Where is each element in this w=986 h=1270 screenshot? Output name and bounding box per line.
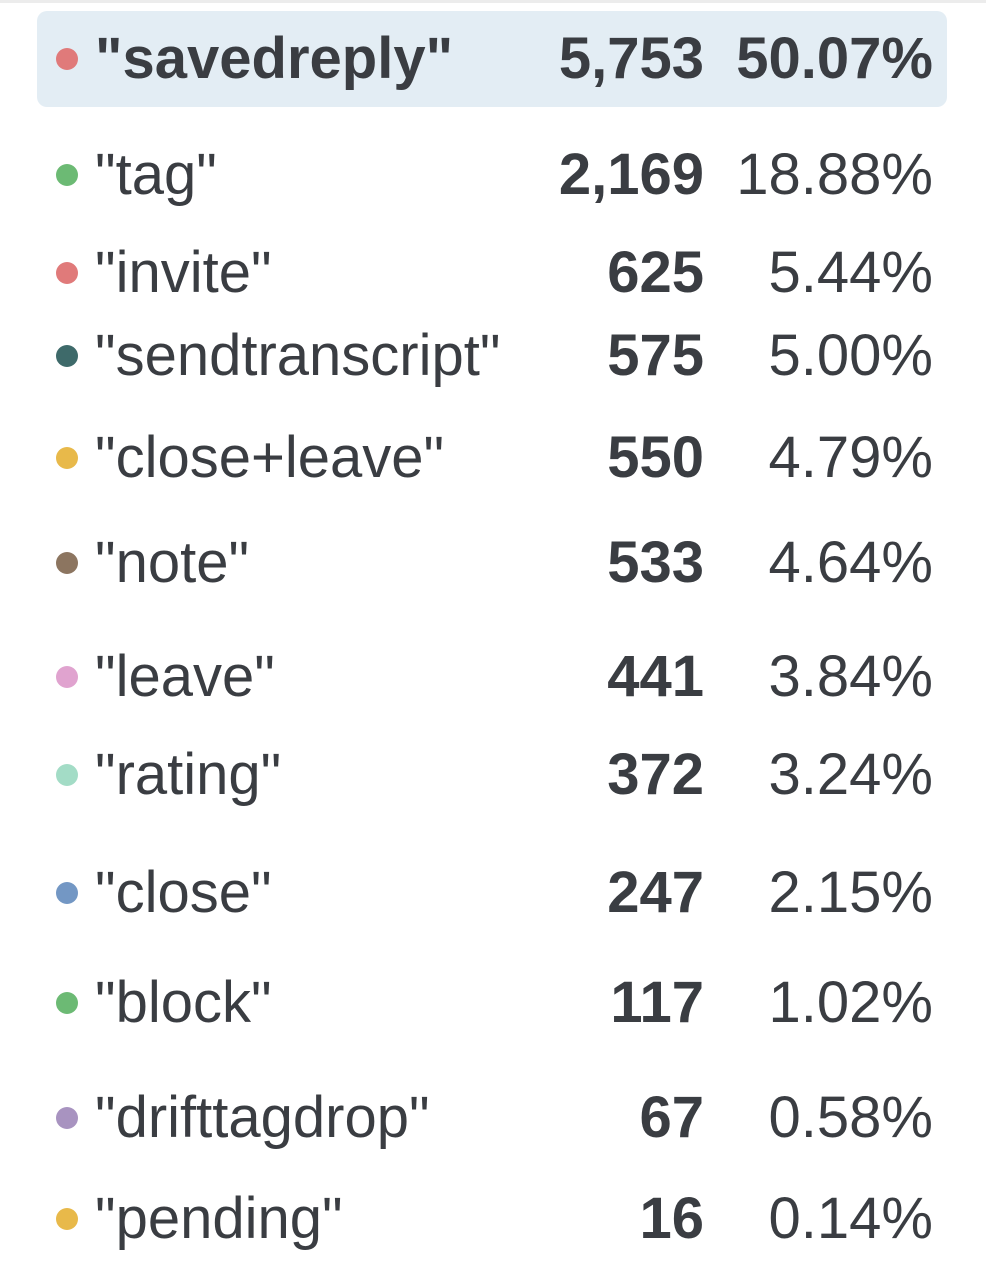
legend-item-count: 67 (639, 1085, 704, 1150)
legend-item-percent: 2.15% (768, 860, 933, 925)
legend-item-count: 625 (607, 240, 704, 305)
legend-item-percent: 4.79% (768, 425, 933, 490)
legend-item-sendtranscript[interactable]: "sendtranscript" 575 5.00% (37, 308, 947, 404)
legend-item-invite[interactable]: "invite" 625 5.44% (37, 225, 947, 321)
legend-item-count: 247 (607, 860, 704, 925)
legend-item-pending[interactable]: "pending" 16 0.14% (37, 1171, 947, 1267)
legend-color-dot-icon (56, 164, 78, 186)
legend-item-count: 575 (607, 323, 704, 388)
legend-item-label: "sendtranscript" (95, 323, 501, 388)
legend-item-count: 550 (607, 425, 704, 490)
legend-item-percent: 1.02% (768, 970, 933, 1035)
legend-item-block[interactable]: "block" 117 1.02% (37, 955, 947, 1051)
legend-color-dot-icon (56, 882, 78, 904)
legend-item-note[interactable]: "note" 533 4.64% (37, 515, 947, 611)
legend-item-tag[interactable]: "tag" 2,169 18.88% (37, 127, 947, 223)
legend-item-percent: 4.64% (768, 530, 933, 595)
legend-color-dot-icon (56, 48, 78, 70)
legend-item-label: "savedreply" (95, 26, 454, 91)
legend-item-label: "rating" (95, 742, 282, 807)
legend-item-label: "block" (95, 970, 272, 1035)
legend-item-percent: 3.84% (768, 644, 933, 709)
legend-item-savedreply[interactable]: "savedreply" 5,753 50.07% (37, 11, 947, 107)
legend-item-count: 16 (639, 1186, 704, 1251)
legend-item-percent: 5.44% (768, 240, 933, 305)
legend-item-label: "drifttagdrop" (95, 1085, 430, 1150)
legend-item-count: 5,753 (558, 26, 704, 91)
legend-item-percent: 50.07% (736, 26, 933, 91)
legend-item-percent: 0.58% (768, 1085, 933, 1150)
legend-color-dot-icon (56, 552, 78, 574)
legend-item-label: "close" (95, 860, 272, 925)
legend-item-count: 441 (607, 644, 704, 709)
legend-item-leave[interactable]: "leave" 441 3.84% (37, 629, 947, 725)
legend-item-count: 533 (607, 530, 704, 595)
legend-item-rating[interactable]: "rating" 372 3.24% (37, 727, 947, 823)
legend-item-label: "close+leave" (95, 425, 445, 490)
legend-list: "savedreply" 5,753 50.07% "tag" 2,169 18… (0, 0, 986, 1270)
legend-item-label: "pending" (95, 1186, 343, 1251)
legend-item-label: "leave" (95, 644, 275, 709)
legend-item-drifttagdrop[interactable]: "drifttagdrop" 67 0.58% (37, 1070, 947, 1166)
legend-item-label: "invite" (95, 240, 272, 305)
legend-color-dot-icon (56, 1208, 78, 1230)
legend-color-dot-icon (56, 345, 78, 367)
legend-item-percent: 3.24% (768, 742, 933, 807)
legend-color-dot-icon (56, 764, 78, 786)
legend-item-percent: 5.00% (768, 323, 933, 388)
legend-color-dot-icon (56, 262, 78, 284)
legend-item-count: 372 (607, 742, 704, 807)
legend-item-close-leave[interactable]: "close+leave" 550 4.79% (37, 410, 947, 506)
legend-item-count: 117 (610, 970, 704, 1035)
legend-item-label: "note" (95, 530, 250, 595)
legend-item-label: "tag" (95, 142, 217, 207)
legend-item-close[interactable]: "close" 247 2.15% (37, 845, 947, 941)
legend-item-percent: 0.14% (768, 1186, 933, 1251)
legend-item-percent: 18.88% (736, 142, 933, 207)
legend-color-dot-icon (56, 666, 78, 688)
legend-color-dot-icon (56, 447, 78, 469)
legend-color-dot-icon (56, 992, 78, 1014)
legend-item-count: 2,169 (558, 142, 704, 207)
legend-color-dot-icon (56, 1107, 78, 1129)
